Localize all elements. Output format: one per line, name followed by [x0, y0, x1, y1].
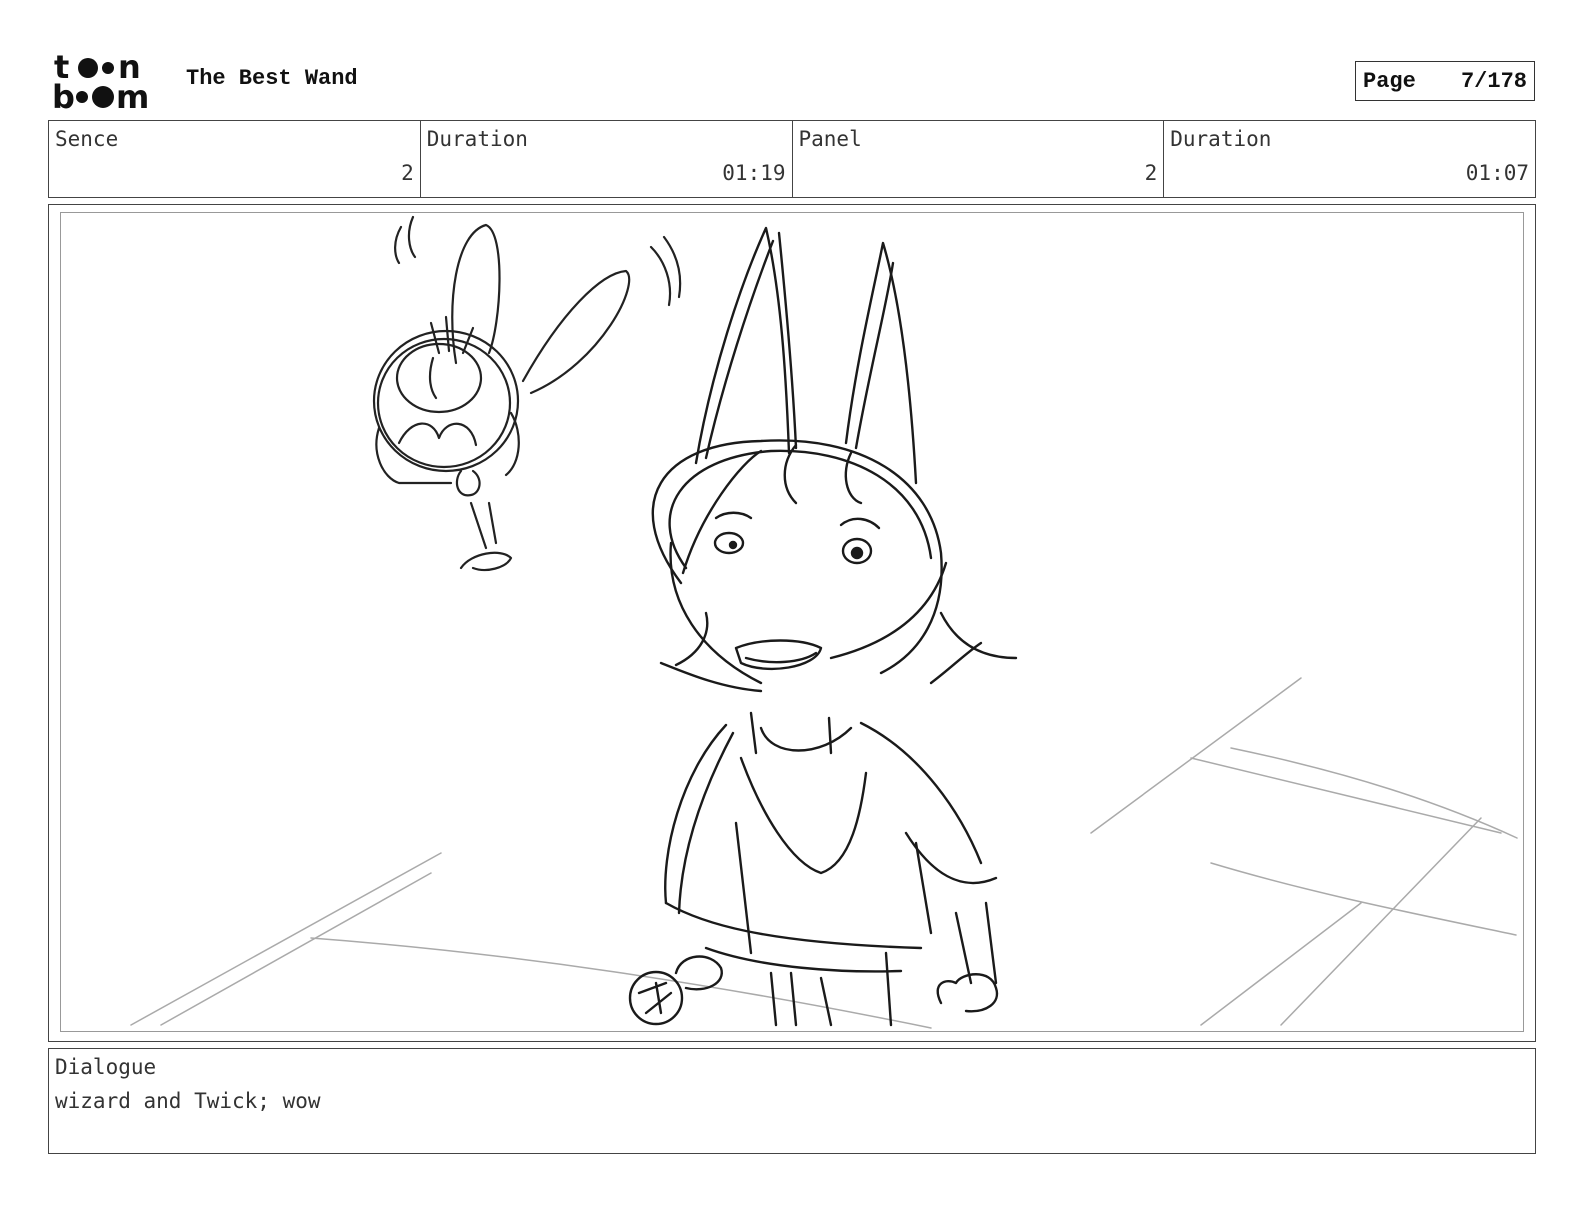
toon-boom-logo-icon: t n b m: [52, 48, 149, 116]
panel-value: 2: [1144, 161, 1158, 185]
panel-duration-label: Duration: [1170, 127, 1272, 151]
scene-duration-label: Duration: [426, 127, 528, 151]
page-label: Page: [1363, 68, 1416, 94]
scene-duration-cell: Duration 01:19: [421, 121, 793, 197]
sketch-drawing: [130, 215, 1518, 1029]
dialogue-box: Dialogue wizard and Twick; wow: [48, 1048, 1536, 1154]
svg-text:m: m: [116, 78, 149, 112]
toon-boom-logo: t n b m: [50, 48, 166, 116]
page-indicator: Page 7/178: [1355, 61, 1535, 101]
panel-label: Panel: [798, 127, 862, 151]
dialogue-label: Dialogue: [55, 1055, 157, 1079]
svg-text:b: b: [52, 78, 75, 112]
panel-cell: Panel 2: [793, 121, 1165, 197]
dialogue-text: wizard and Twick; wow: [55, 1089, 321, 1113]
storyboard-panel-frame: [48, 204, 1536, 1042]
storyboard-panel: [60, 212, 1524, 1032]
scene-duration-value: 01:19: [722, 161, 786, 185]
scene-cell: Sence 2: [49, 121, 421, 197]
character-sketch: [628, 226, 1018, 1027]
scene-value: 2: [401, 161, 414, 185]
scene-label: Sence: [55, 127, 119, 151]
page-number: 7/178: [1460, 68, 1527, 94]
background-floor-lines: [130, 677, 1518, 1029]
panel-info-row: Sence 2 Duration 01:19 Panel 2 Duration …: [48, 120, 1536, 198]
twick-sketch: [372, 215, 682, 572]
panel-duration-value: 01:07: [1465, 161, 1529, 185]
project-title: The Best Wand: [186, 66, 358, 91]
panel-duration-cell: Duration 01:07: [1164, 121, 1535, 197]
